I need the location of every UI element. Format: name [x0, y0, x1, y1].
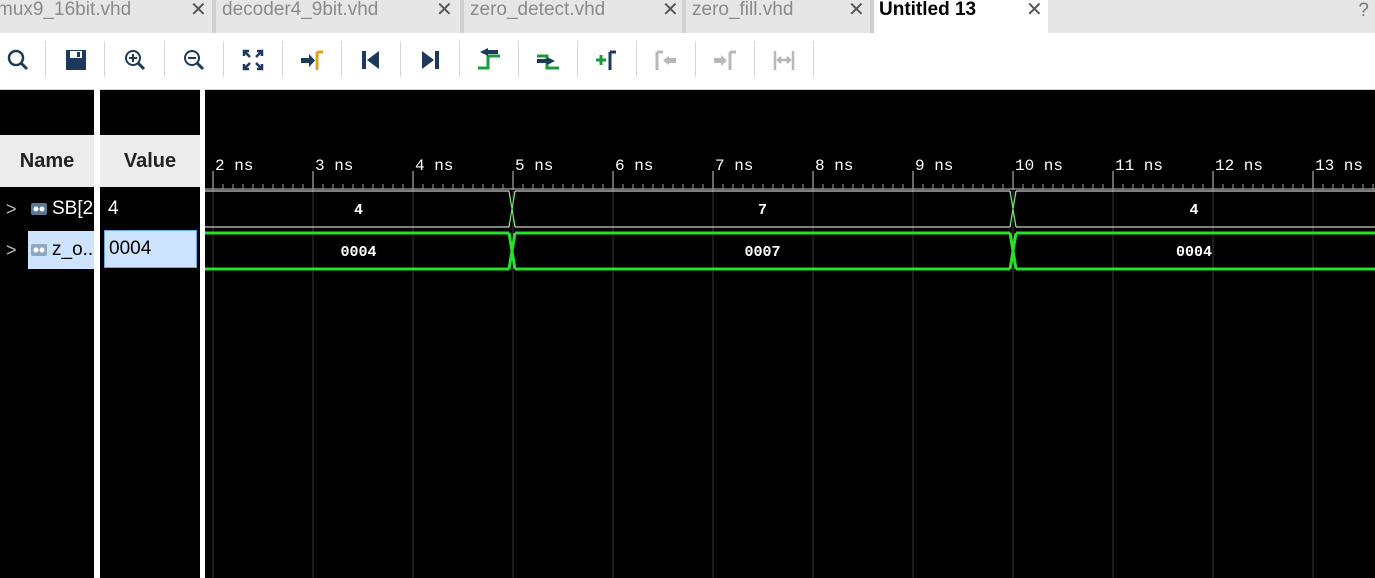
bus-value-label: 4	[354, 202, 363, 219]
go-to-last-time-icon[interactable]	[410, 45, 450, 75]
tick-label: 2 ns	[215, 157, 253, 175]
tab-label: zero_detect.vhd	[470, 0, 606, 20]
previous-transition-icon[interactable]	[469, 45, 509, 75]
toolbar-divider	[45, 41, 46, 77]
tab-zero-fill[interactable]: zero_fill.vhd ✕	[686, 0, 870, 33]
go-to-cursor-icon[interactable]	[292, 45, 332, 75]
tab-label: mux9_16bit.vhd	[0, 0, 132, 20]
signal-name: SB[2	[52, 198, 94, 219]
tab-zero-detect[interactable]: zero_detect.vhd ✕	[464, 0, 682, 33]
toolbar-divider	[223, 41, 224, 77]
toolbar-divider	[282, 41, 283, 77]
tick-label: 11 ns	[1115, 157, 1163, 175]
toolbar-divider	[518, 41, 519, 77]
close-icon[interactable]: ✕	[662, 0, 679, 20]
close-icon[interactable]: ✕	[436, 0, 453, 20]
tab-label: decoder4_9bit.vhd	[222, 0, 379, 20]
tick-label: 12 ns	[1215, 157, 1263, 175]
toolbar-divider	[400, 41, 401, 77]
add-marker-icon[interactable]	[587, 45, 627, 75]
bus-value-label: 0007	[744, 244, 780, 261]
bus-signal-icon	[31, 203, 47, 215]
tab-decoder4-9bit[interactable]: decoder4_9bit.vhd ✕	[216, 0, 460, 33]
close-icon[interactable]: ✕	[190, 0, 207, 20]
bus-waveform-z-out: 0004 0007 0004	[205, 231, 1375, 271]
tick-label: 4 ns	[415, 157, 453, 175]
bus-value-label: 0004	[340, 244, 376, 261]
tick-label: 7 ns	[715, 157, 753, 175]
bus-waveform-sb: 4 7 4	[205, 190, 1375, 228]
toolbar-divider	[459, 41, 460, 77]
tick-label: 10 ns	[1015, 157, 1063, 175]
zoom-out-icon[interactable]	[174, 45, 214, 75]
toolbar-divider	[813, 41, 814, 77]
tick-label: 5 ns	[515, 157, 553, 175]
tab-mux9-16bit[interactable]: mux9_16bit.vhd ✕	[0, 0, 212, 33]
previous-marker-icon[interactable]	[646, 45, 686, 75]
bus-signal-icon	[31, 244, 47, 256]
close-icon[interactable]: ✕	[848, 0, 865, 20]
tick-label: 3 ns	[315, 157, 353, 175]
chevron-right-icon[interactable]: >	[6, 240, 17, 261]
tick-label: 13 ns	[1315, 157, 1363, 175]
signal-value: 4	[108, 198, 119, 219]
tab-bar: mux9_16bit.vhd ✕ decoder4_9bit.vhd ✕ zer…	[0, 0, 1375, 33]
chevron-right-icon[interactable]: >	[6, 199, 17, 220]
help-icon[interactable]: ?	[1358, 0, 1369, 22]
tab-label: zero_fill.vhd	[692, 0, 794, 20]
waveform-viewer[interactable]: 2 ns 3 ns 4 ns 5 ns 6 ns 7 ns 8 ns 9 ns 10 ns 11 …	[205, 89, 1375, 578]
signal-row[interactable]: > SB[2	[0, 189, 94, 229]
go-to-time-zero-icon[interactable]	[351, 45, 391, 75]
zoom-fit-icon[interactable]	[233, 45, 273, 75]
tab-untitled-13[interactable]: Untitled 13 ✕	[874, 0, 1048, 33]
value-column-header[interactable]: Value	[100, 135, 200, 187]
next-marker-icon[interactable]	[705, 45, 745, 75]
search-icon[interactable]	[0, 45, 38, 75]
toolbar	[0, 33, 1375, 90]
tab-label: Untitled 13	[879, 0, 977, 20]
next-transition-icon[interactable]	[528, 45, 568, 75]
signal-value-selected[interactable]: 0004	[104, 230, 197, 268]
signal-row-selected[interactable]: > z_o..	[0, 230, 94, 270]
tick-label: 8 ns	[815, 157, 853, 175]
bus-value-label: 7	[758, 202, 767, 219]
save-icon[interactable]	[56, 45, 96, 75]
toolbar-divider	[341, 41, 342, 77]
close-icon[interactable]: ✕	[1026, 0, 1043, 20]
toolbar-divider	[754, 41, 755, 77]
toolbar-divider	[695, 41, 696, 77]
time-ruler: 2 ns 3 ns 4 ns 5 ns 6 ns 7 ns 8 ns 9 ns 10 ns 11 …	[205, 157, 1375, 190]
toolbar-divider	[636, 41, 637, 77]
toolbar-divider	[104, 41, 105, 77]
bus-value-label: 0004	[1176, 244, 1212, 261]
signal-value-cell: 4	[100, 189, 200, 229]
zoom-in-icon[interactable]	[115, 45, 155, 75]
tick-label: 9 ns	[915, 157, 953, 175]
toolbar-divider	[164, 41, 165, 77]
signal-name: z_o..	[52, 239, 94, 260]
swap-cursors-icon[interactable]	[764, 45, 804, 75]
tick-label: 6 ns	[615, 157, 653, 175]
name-column-header[interactable]: Name	[0, 135, 94, 187]
bus-value-label: 4	[1189, 202, 1198, 219]
bus-transition-highlight	[508, 192, 516, 226]
toolbar-divider	[577, 41, 578, 77]
bus-transition	[507, 232, 517, 270]
